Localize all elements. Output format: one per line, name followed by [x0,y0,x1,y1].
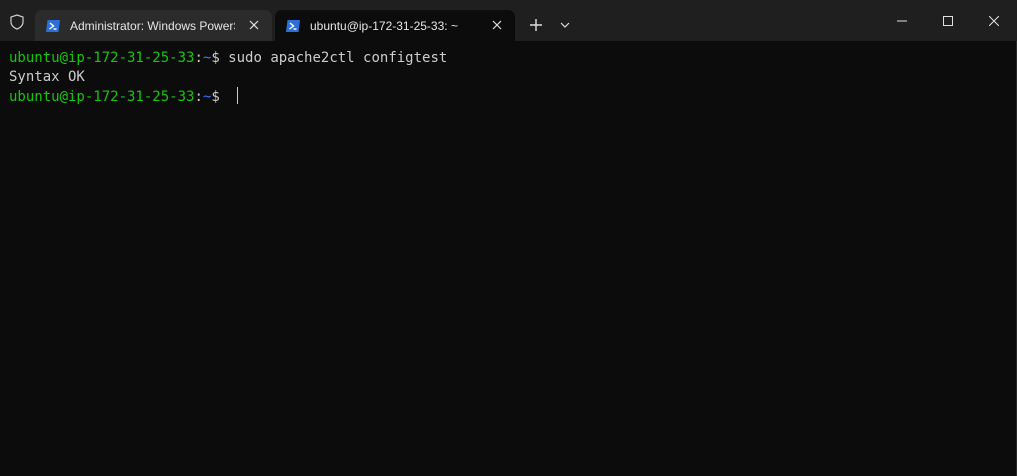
prompt-symbol: $ [211,89,229,105]
close-icon [989,15,999,26]
powershell-icon [45,18,61,34]
plus-icon [530,19,542,31]
maximize-icon [943,15,953,26]
chevron-down-icon [560,22,570,28]
title-bar: Administrator: Windows PowerShell ubuntu… [0,0,1017,41]
maximize-button[interactable] [925,0,971,41]
tab-ubuntu-ssh[interactable]: ubuntu@ip-172-31-25-33: ~ [275,10,515,41]
prompt-separator: : [194,50,203,66]
terminal-line: ubuntu@ip-172-31-25-33:~$ [9,87,1017,106]
command-output: Syntax OK [9,69,85,85]
minimize-button[interactable] [879,0,925,41]
close-window-button[interactable] [971,0,1017,41]
terminal-output[interactable]: ubuntu@ip-172-31-25-33:~$ sudo apache2ct… [0,41,1017,476]
prompt-separator: : [194,89,203,105]
close-tab-icon[interactable] [489,17,505,33]
command-text: sudo apache2ctl configtest [228,50,448,66]
terminal-line: Syntax OK [9,68,1017,87]
window-controls [879,0,1017,41]
terminal-line: ubuntu@ip-172-31-25-33:~$ sudo apache2ct… [9,49,1017,68]
tab-title: ubuntu@ip-172-31-25-33: ~ [310,18,458,33]
powershell-icon [285,18,301,34]
tab-title: Administrator: Windows PowerShell [70,18,235,33]
tab-dropdown-button[interactable] [554,12,576,38]
prompt-user-host: ubuntu@ip-172-31-25-33 [9,50,195,66]
shield-icon [0,4,34,40]
text-cursor [237,87,239,104]
tab-windows-powershell[interactable]: Administrator: Windows PowerShell [35,10,272,41]
new-tab-button[interactable] [523,12,549,38]
prompt-user-host: ubuntu@ip-172-31-25-33 [9,89,195,105]
prompt-symbol: $ [211,50,229,66]
close-tab-icon[interactable] [246,17,262,33]
minimize-icon [897,20,907,21]
